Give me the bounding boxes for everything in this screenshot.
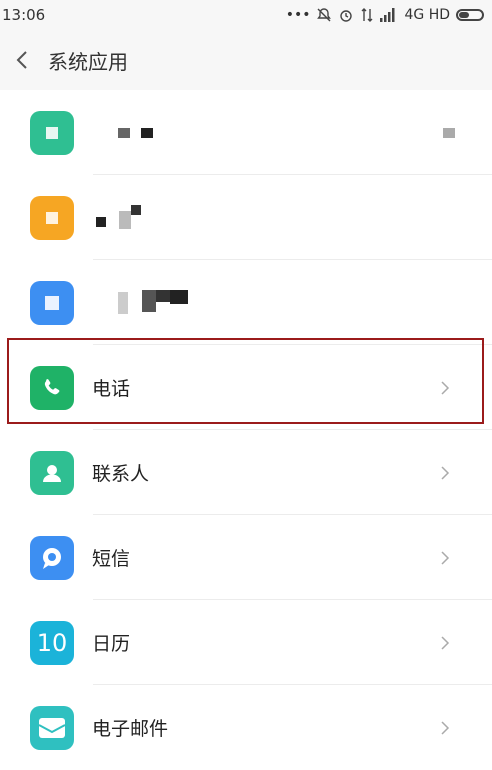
pixelated-block: [131, 205, 141, 215]
chevron-right-icon: [441, 720, 450, 735]
back-arrow-icon: [16, 51, 27, 69]
app-list: 电话 联系人 短信 10 日历 电子邮件: [0, 90, 492, 770]
pixelated-block: [119, 211, 131, 229]
app-icon: [30, 195, 74, 240]
list-item-obscured-2[interactable]: [0, 175, 492, 260]
list-item-email[interactable]: 电子邮件: [0, 685, 492, 770]
chevron-right-icon: [441, 465, 450, 480]
pixelated-block: [46, 126, 58, 139]
pixelated-block: [156, 290, 170, 302]
chevron-right-icon: [441, 635, 450, 650]
more-dots-icon: •••: [285, 7, 311, 23]
pixelated-block: [170, 290, 188, 304]
list-item-obscured-1[interactable]: [0, 90, 492, 175]
contact-icon: [43, 464, 61, 482]
list-item-calendar[interactable]: 10 日历: [0, 600, 492, 685]
app-label: 电话: [92, 378, 131, 400]
page-title: 系统应用: [48, 49, 128, 74]
chevron-right-icon: [441, 550, 450, 565]
status-time: 13:06: [2, 6, 46, 24]
chevron-right-icon: [441, 380, 450, 395]
back-button[interactable]: [12, 50, 32, 70]
calendar-app-icon: 10: [30, 620, 74, 665]
app-label: 联系人: [92, 463, 150, 485]
messages-app-icon: [30, 535, 74, 580]
pixelated-block: [118, 292, 128, 314]
battery-icon: [456, 9, 484, 21]
calendar-icon: 10: [36, 628, 68, 657]
list-item-obscured-3[interactable]: [0, 260, 492, 345]
list-item-phone[interactable]: 电话: [0, 345, 492, 430]
app-icon: [30, 110, 74, 155]
data-transfer-icon: [361, 8, 373, 22]
alarm-icon: [340, 10, 353, 22]
pixelated-block: [96, 217, 106, 227]
mail-icon: [38, 717, 66, 738]
pixelated-block: [141, 128, 153, 138]
pixelated-block: [46, 211, 58, 224]
network-type: 4G HD: [404, 7, 450, 23]
pixelated-block: [118, 128, 130, 138]
app-icon: [30, 280, 74, 325]
list-item-contacts[interactable]: 联系人: [0, 430, 492, 515]
app-label: 短信: [92, 548, 131, 570]
mute-bell-icon: [317, 8, 332, 22]
message-icon: [43, 547, 61, 569]
status-icons: ••• 4G HD: [286, 7, 492, 23]
phone-app-icon: [30, 365, 74, 410]
pixelated-block: [142, 290, 156, 312]
pixelated-block: [45, 295, 59, 310]
list-item-messages[interactable]: 短信: [0, 515, 492, 600]
phone-icon: [44, 378, 60, 394]
pixelated-block: [443, 128, 455, 138]
signal-icon: [380, 8, 395, 22]
email-app-icon: [30, 705, 74, 750]
contacts-app-icon: [30, 450, 74, 495]
status-bar: 13:06 ••• 4G HD: [0, 0, 492, 30]
title-bar: 系统应用: [0, 30, 492, 90]
app-label: 电子邮件: [92, 718, 169, 740]
app-label: 日历: [92, 633, 131, 655]
